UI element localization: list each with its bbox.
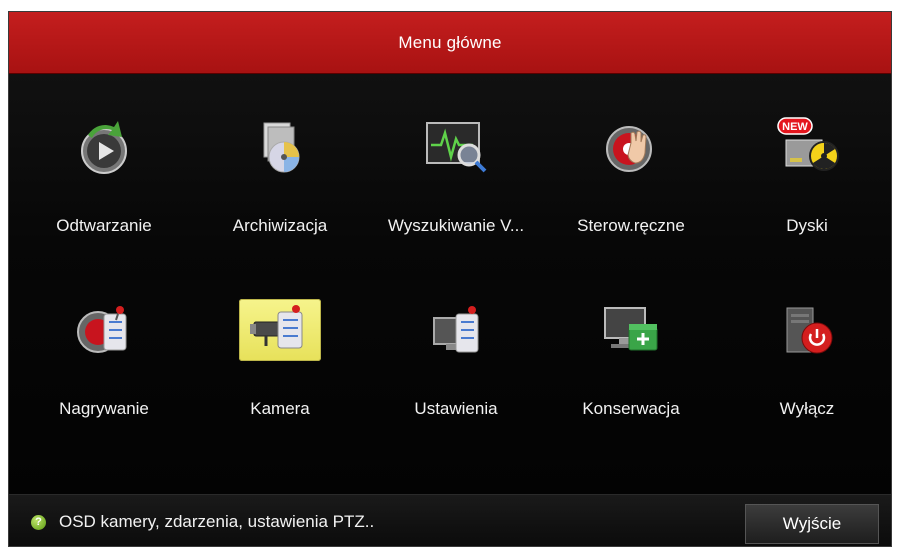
menu-item-label: Ustawienia xyxy=(414,399,498,418)
camera-settings-icon xyxy=(239,299,321,361)
menu-item-manual-control[interactable]: Sterow.ręczne xyxy=(546,98,716,248)
help-icon: ? xyxy=(31,515,46,530)
menu-item-label: Sterow.ręczne xyxy=(577,216,685,235)
hint-text: OSD kamery, zdarzenia, ustawienia PTZ.. xyxy=(59,512,375,531)
record-settings-icon xyxy=(63,299,145,361)
vca-search-icon xyxy=(415,116,497,178)
window-title: Menu główne xyxy=(398,32,502,52)
new-badge: NEW xyxy=(782,121,808,133)
menu-item-label: Kamera xyxy=(250,399,310,418)
menu-item-label: Wyszukiwanie V... xyxy=(387,216,525,235)
title-bar: Menu główne xyxy=(9,12,891,74)
hdd-icon: NEW xyxy=(766,116,848,178)
status-bar: ? OSD kamery, zdarzenia, ustawienia PTZ.… xyxy=(9,494,891,546)
menu-item-vca-search[interactable]: Wyszukiwanie V... xyxy=(371,98,541,248)
menu-item-backup[interactable]: Archiwizacja xyxy=(195,98,365,248)
playback-icon xyxy=(63,116,145,178)
menu-grid: Odtwarzanie Archiwizacja Wyszukiwanie V.… xyxy=(9,74,891,494)
exit-button[interactable]: Wyjście xyxy=(745,504,879,544)
menu-item-shutdown[interactable]: Wyłącz xyxy=(722,281,891,431)
menu-item-hdd[interactable]: NEW Dyski xyxy=(722,98,891,248)
menu-item-camera[interactable]: Kamera xyxy=(195,281,365,431)
menu-item-label: Nagrywanie xyxy=(59,399,149,418)
menu-item-label: Odtwarzanie xyxy=(56,216,152,235)
configuration-icon xyxy=(415,299,497,361)
maintenance-icon xyxy=(590,299,672,361)
menu-item-label: Konserwacja xyxy=(582,399,680,418)
menu-item-label: Archiwizacja xyxy=(232,216,328,235)
manual-control-icon xyxy=(590,116,672,178)
menu-item-record[interactable]: Nagrywanie xyxy=(19,281,189,431)
menu-item-playback[interactable]: Odtwarzanie xyxy=(19,98,189,248)
menu-item-configuration[interactable]: Ustawienia xyxy=(371,281,541,431)
shutdown-icon xyxy=(766,299,848,361)
menu-item-maintenance[interactable]: Konserwacja xyxy=(546,281,716,431)
backup-disc-icon xyxy=(239,116,321,178)
main-menu-window: Menu główne Odtwarzanie Archiwizacja Wys… xyxy=(8,11,892,547)
menu-item-label: Dyski xyxy=(786,216,828,235)
menu-item-label: Wyłącz xyxy=(779,399,835,418)
